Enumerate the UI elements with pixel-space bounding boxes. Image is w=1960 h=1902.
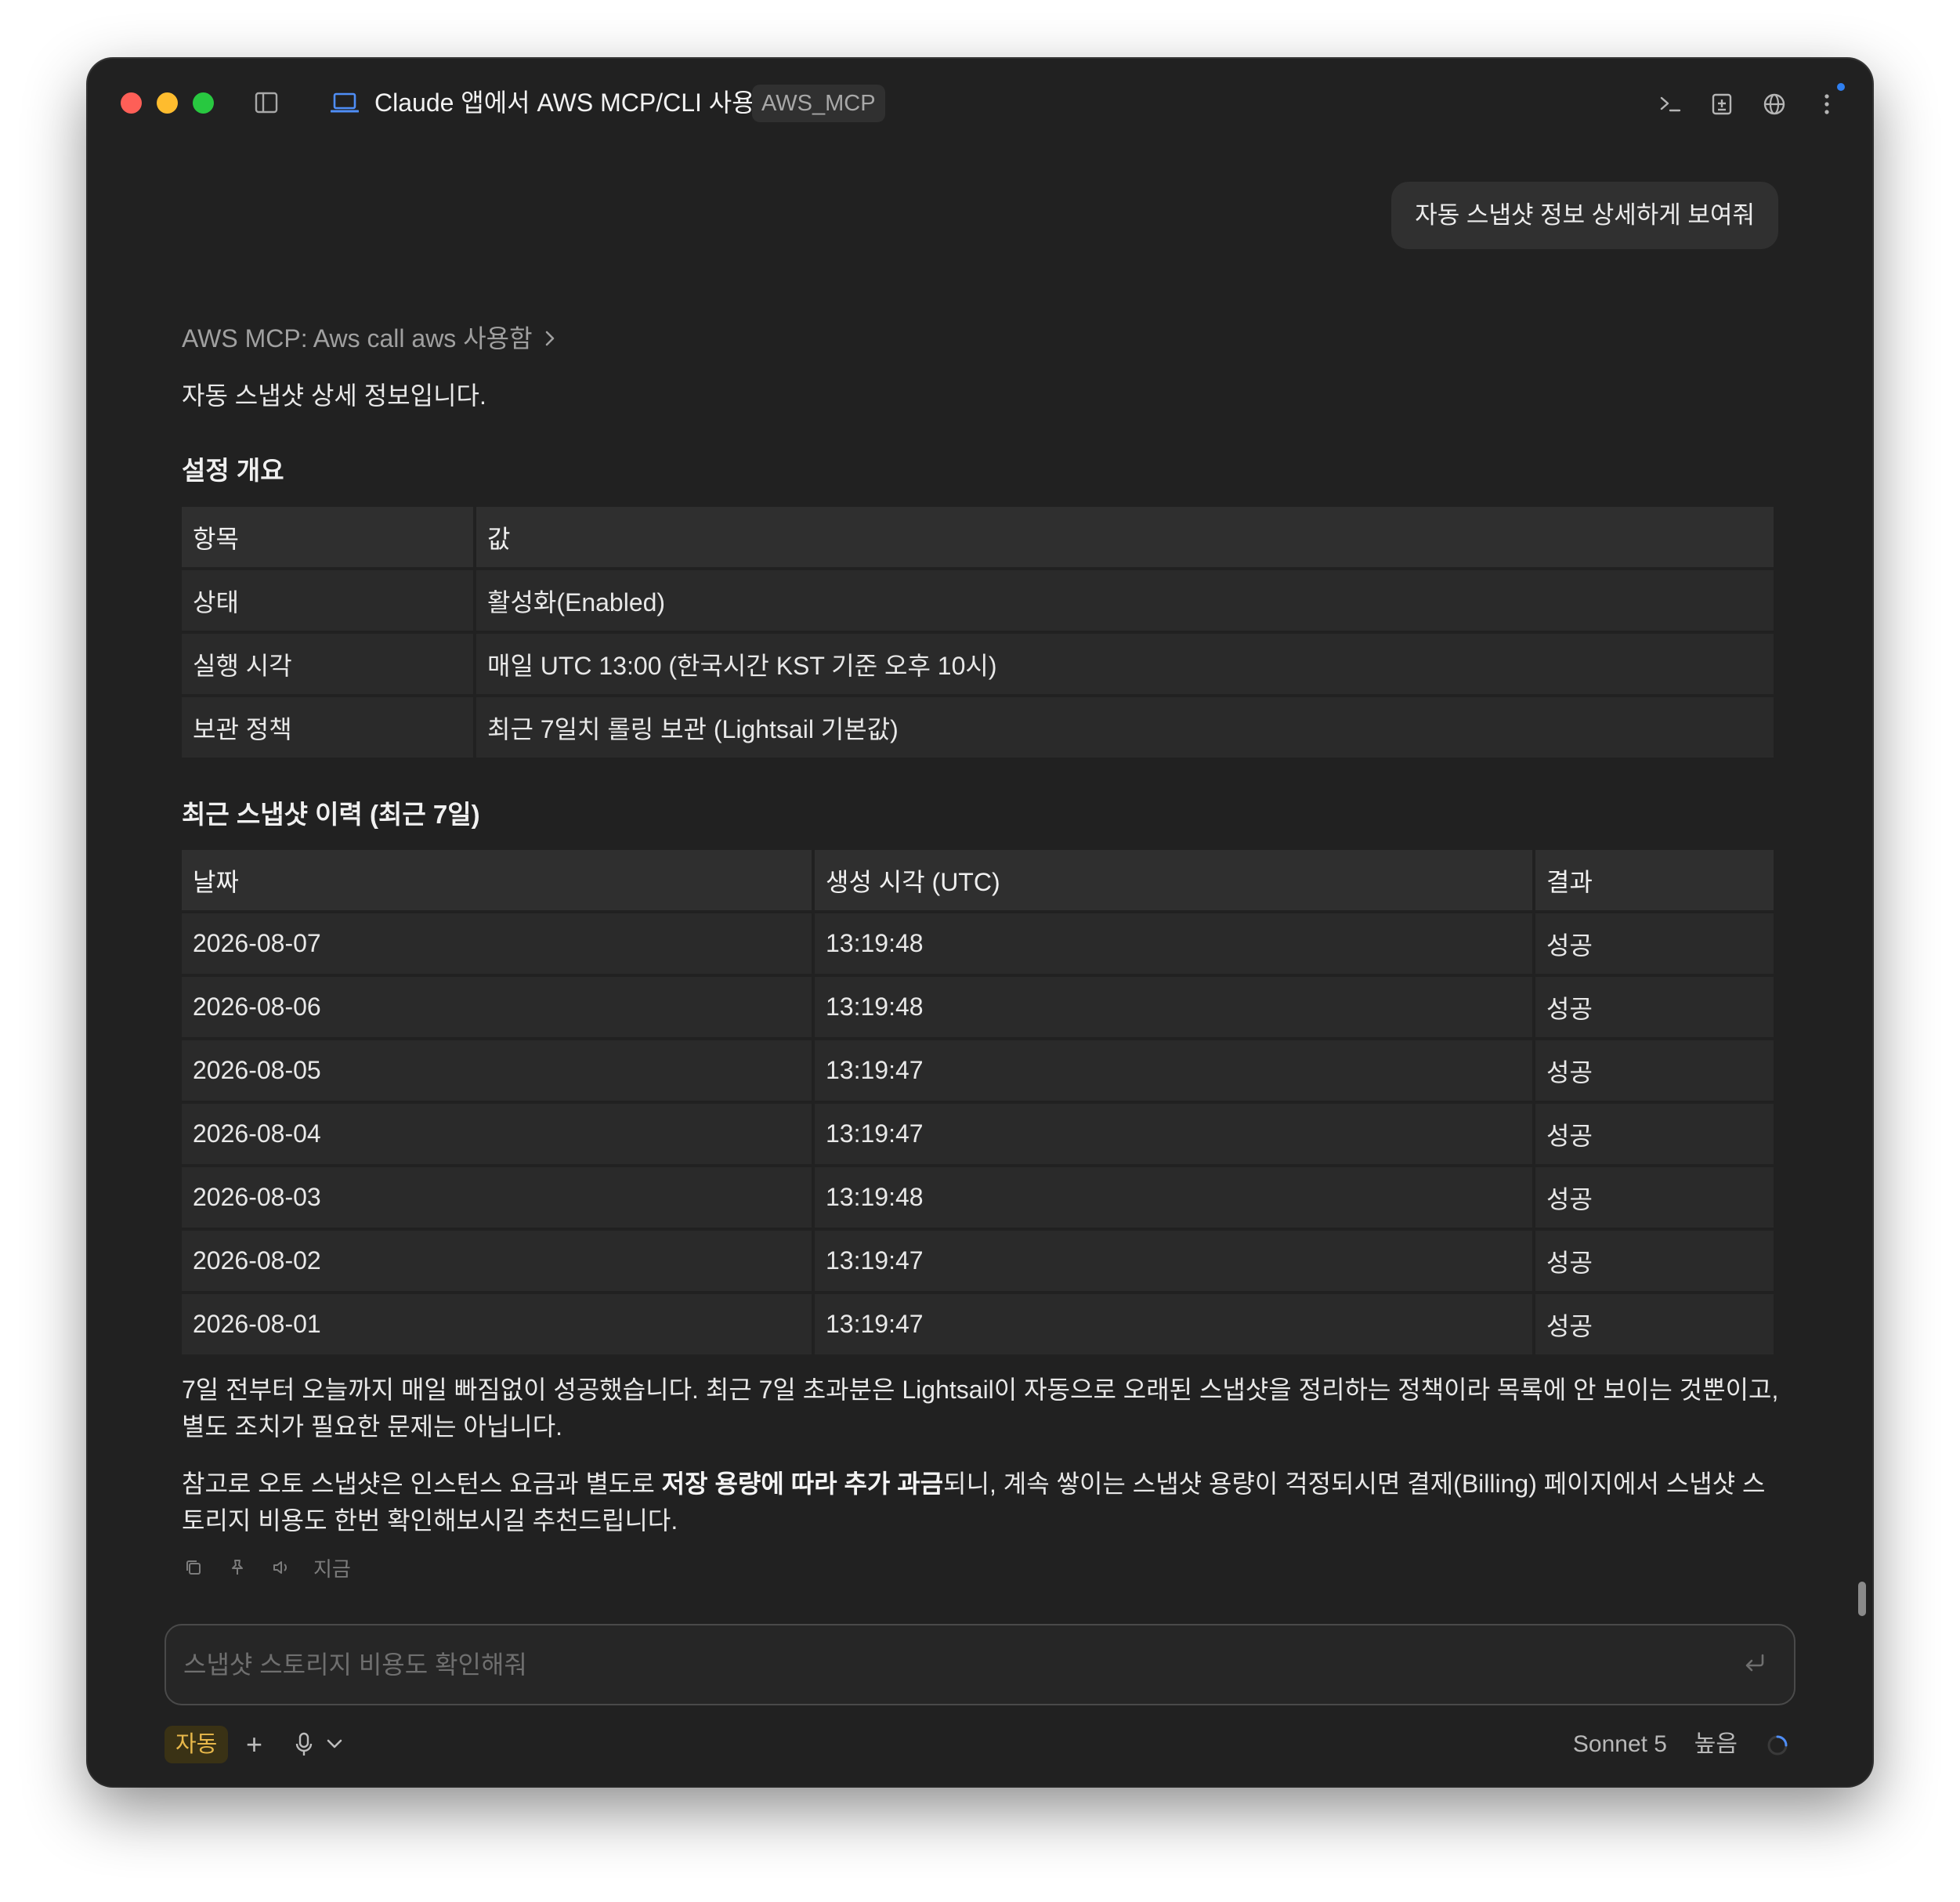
- add-panel-icon[interactable]: [1706, 89, 1738, 120]
- message-actions: 지금: [182, 1552, 351, 1583]
- section-heading-settings: 설정 개요: [182, 456, 284, 485]
- project-tag[interactable]: AWS_MCP: [752, 85, 885, 122]
- table-cell: 상태: [182, 570, 473, 631]
- table-row: 상태 활성화(Enabled): [182, 570, 1774, 631]
- table-cell: 성공: [1535, 1231, 1774, 1291]
- table-cell: 보관 정책: [182, 697, 473, 758]
- composer-toolbar: 자동 + Sonnet 5 높음: [165, 1726, 1795, 1765]
- table-cell: 성공: [1535, 913, 1774, 974]
- table-cell: 실행 시각: [182, 634, 473, 694]
- tool-call-summary[interactable]: AWS MCP: Aws call aws 사용함: [182, 321, 556, 356]
- title-bar: Claude 앱에서 AWS MCP/CLI 사용 AWS_MCP: [88, 59, 1872, 145]
- snapshot-history-table: 날짜 생성 시각 (UTC) 결과 2026-08-07 13:19:48 성공…: [179, 847, 1777, 1358]
- table-cell: 2026-08-04: [182, 1104, 812, 1164]
- table-cell: 13:19:47: [815, 1104, 1532, 1164]
- section-heading-history: 최근 스냅샷 이력 (최근 7일): [182, 800, 480, 829]
- table-cell: 최근 7일치 롤링 보관 (Lightsail 기본값): [476, 697, 1774, 758]
- table-row: 2026-08-03 13:19:48 성공: [182, 1167, 1774, 1228]
- terminal-icon[interactable]: [1654, 89, 1686, 120]
- table-cell: 2026-08-02: [182, 1231, 812, 1291]
- table-row: 2026-08-05 13:19:47 성공: [182, 1040, 1774, 1101]
- table-header: 항목: [182, 507, 473, 567]
- table-cell: 13:19:48: [815, 913, 1532, 974]
- table-cell: 13:19:47: [815, 1294, 1532, 1354]
- copy-icon[interactable]: [182, 1556, 205, 1579]
- table-header-row: 항목 값: [182, 507, 1774, 567]
- intro-text: 자동 스냅샷 상세 정보입니다.: [182, 381, 486, 410]
- globe-icon[interactable]: [1759, 89, 1790, 120]
- table-row: 2026-08-01 13:19:47 성공: [182, 1294, 1774, 1354]
- user-message: 자동 스냅샷 정보 상세하게 보여줘: [1391, 182, 1778, 249]
- maximize-window-button[interactable]: [193, 92, 214, 114]
- table-row: 2026-08-07 13:19:48 성공: [182, 913, 1774, 974]
- table-row: 2026-08-02 13:19:47 성공: [182, 1231, 1774, 1291]
- summary-paragraph: 7일 전부터 오늘까지 매일 빠짐없이 성공했습니다. 최근 7일 초과분은 L…: [182, 1376, 1779, 1441]
- loading-spinner-icon: [1766, 1734, 1789, 1757]
- table-header: 날짜: [182, 850, 812, 910]
- table-row: 보관 정책 최근 7일치 롤링 보관 (Lightsail 기본값): [182, 697, 1774, 758]
- scrollbar-thumb[interactable]: [1858, 1582, 1866, 1616]
- message-timestamp: 지금: [313, 1557, 351, 1581]
- table-cell: 활성화(Enabled): [476, 570, 1774, 631]
- chevron-down-icon[interactable]: [324, 1734, 346, 1756]
- message-composer[interactable]: 스냅샷 스토리지 비용도 확인해줘: [165, 1624, 1795, 1705]
- tool-call-label: AWS MCP: Aws call aws 사용함: [182, 324, 533, 353]
- table-cell: 2026-08-03: [182, 1167, 812, 1228]
- table-cell: 2026-08-07: [182, 913, 812, 974]
- table-cell: 성공: [1535, 1104, 1774, 1164]
- table-cell: 13:19:47: [815, 1231, 1532, 1291]
- table-cell: 성공: [1535, 1040, 1774, 1101]
- table-header: 생성 시각 (UTC): [815, 850, 1532, 910]
- effort-selector[interactable]: 높음: [1694, 1726, 1738, 1763]
- table-header-row: 날짜 생성 시각 (UTC) 결과: [182, 850, 1774, 910]
- sidebar-icon[interactable]: [252, 89, 280, 117]
- composer-input[interactable]: 스냅샷 스토리지 비용도 확인해줘: [183, 1647, 527, 1682]
- settings-table: 항목 값 상태 활성화(Enabled) 실행 시각 매일 UTC 13:00 …: [179, 504, 1777, 761]
- table-cell: 2026-08-06: [182, 977, 812, 1037]
- table-cell: 13:19:48: [815, 977, 1532, 1037]
- return-icon[interactable]: [1741, 1649, 1772, 1680]
- microphone-icon[interactable]: [293, 1730, 316, 1759]
- table-cell: 13:19:48: [815, 1167, 1532, 1228]
- table-cell: 2026-08-01: [182, 1294, 812, 1354]
- plus-icon[interactable]: +: [246, 1729, 262, 1760]
- notification-dot: [1837, 83, 1845, 91]
- model-selector[interactable]: Sonnet 5: [1573, 1726, 1667, 1763]
- more-icon[interactable]: [1811, 89, 1842, 120]
- table-cell: 성공: [1535, 977, 1774, 1037]
- table-header: 값: [476, 507, 1774, 567]
- minimize-window-button[interactable]: [157, 92, 178, 114]
- table-cell: 성공: [1535, 1294, 1774, 1354]
- table-row: 실행 시각 매일 UTC 13:00 (한국시간 KST 기준 오후 10시): [182, 634, 1774, 694]
- table-cell: 2026-08-05: [182, 1040, 812, 1101]
- table-header: 결과: [1535, 850, 1774, 910]
- speaker-icon[interactable]: [269, 1556, 293, 1579]
- table-cell: 13:19:47: [815, 1040, 1532, 1101]
- table-row: 2026-08-04 13:19:47 성공: [182, 1104, 1774, 1164]
- mode-badge[interactable]: 자동: [165, 1726, 229, 1763]
- laptop-icon: [329, 90, 360, 117]
- window-title: Claude 앱에서 AWS MCP/CLI 사용: [374, 89, 755, 117]
- chevron-right-icon: [545, 331, 554, 346]
- close-window-button[interactable]: [121, 92, 142, 114]
- table-cell: 매일 UTC 13:00 (한국시간 KST 기준 오후 10시): [476, 634, 1774, 694]
- table-cell: 성공: [1535, 1167, 1774, 1228]
- app-window: Claude 앱에서 AWS MCP/CLI 사용 AWS_MCP 자동 스냅샷…: [88, 59, 1872, 1786]
- pin-icon[interactable]: [226, 1556, 249, 1579]
- billing-note-paragraph: 참고로 오토 스냅샷은 인스턴스 요금과 별도로 저장 용량에 따라 추가 과금…: [182, 1470, 1766, 1535]
- table-row: 2026-08-06 13:19:48 성공: [182, 977, 1774, 1037]
